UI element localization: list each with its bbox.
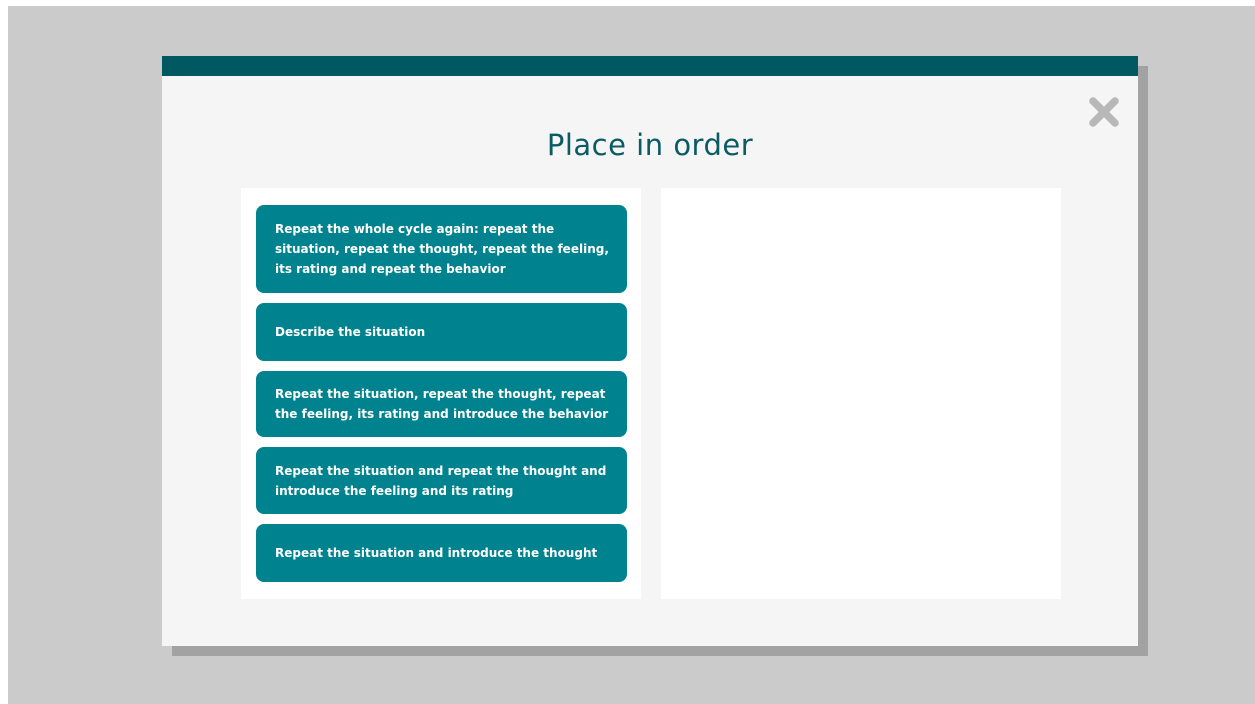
close-icon	[1089, 97, 1119, 127]
card-label: Repeat the situation, repeat the thought…	[275, 387, 609, 421]
place-in-order-dialog: Place in order Repeat the whole cycle ag…	[162, 56, 1138, 646]
dialog-title: Place in order	[546, 128, 754, 162]
card-label: Repeat the situation and repeat the thou…	[275, 463, 607, 498]
draggable-card-5[interactable]: Repeat the situation and introduce the t…	[256, 524, 627, 582]
draggable-card-3[interactable]: Repeat the situation, repeat the thought…	[256, 371, 627, 437]
card-label: Describe the situation	[275, 325, 426, 339]
dialog-header-bar	[162, 56, 1138, 76]
draggable-card-4[interactable]: Repeat the situation and repeat the thou…	[256, 447, 627, 514]
source-list-panel: Repeat the whole cycle again: repeat the…	[241, 188, 641, 599]
close-button[interactable]	[1084, 92, 1124, 132]
draggable-card-1[interactable]: Repeat the whole cycle again: repeat the…	[256, 205, 627, 293]
card-label: Repeat the situation and introduce the t…	[275, 546, 598, 560]
draggable-card-2[interactable]: Describe the situation	[256, 303, 627, 361]
card-label: Repeat the whole cycle again: repeat the…	[275, 222, 609, 276]
drop-zone-panel[interactable]	[661, 188, 1061, 599]
